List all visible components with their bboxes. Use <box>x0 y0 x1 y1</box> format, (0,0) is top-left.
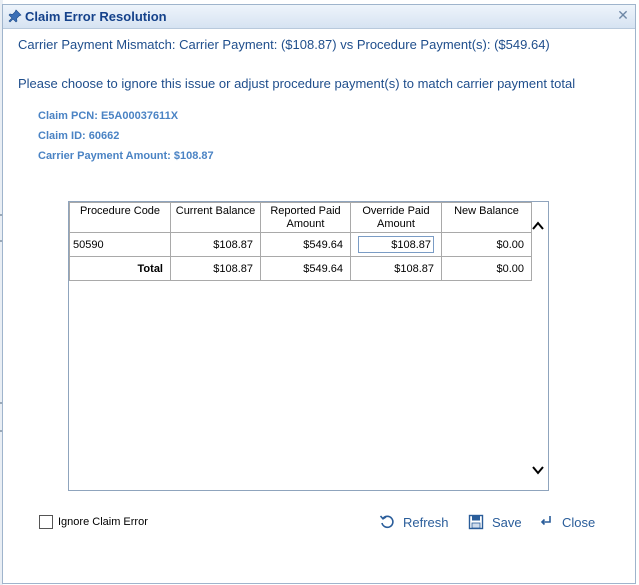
close-icon[interactable]: ✕ <box>615 7 631 23</box>
total-override-paid: $108.87 <box>350 256 442 281</box>
total-label: Total <box>69 256 171 281</box>
procedure-table: Procedure Code Current Balance Reported … <box>69 202 532 281</box>
refresh-button[interactable]: Refresh <box>379 513 451 533</box>
instruction-text: Please choose to ignore this issue or ad… <box>18 76 576 91</box>
ignore-claim-error-label: Ignore Claim Error <box>58 516 148 528</box>
dialog-titlebar[interactable]: Claim Error Resolution ✕ <box>3 5 635 29</box>
total-current-balance: $108.87 <box>170 256 261 281</box>
ignore-claim-error-checkbox[interactable] <box>39 515 53 529</box>
dialog-title: Claim Error Resolution <box>25 9 167 24</box>
new-balance-cell: $0.00 <box>441 232 532 257</box>
total-new-balance: $0.00 <box>441 256 532 281</box>
current-balance-cell: $108.87 <box>170 232 261 257</box>
close-label: Close <box>562 515 596 530</box>
scroll-down-icon[interactable] <box>531 464 545 476</box>
refresh-label: Refresh <box>403 515 449 530</box>
return-arrow-icon <box>540 516 551 526</box>
refresh-icon <box>379 515 394 529</box>
save-button[interactable]: Save <box>468 513 526 533</box>
column-header[interactable]: Procedure Code <box>69 202 171 233</box>
save-icon <box>468 514 484 530</box>
override-paid-input[interactable] <box>358 236 434 253</box>
total-reported-paid: $549.64 <box>260 256 351 281</box>
claim-pcn: Claim PCN: E5A00037611X <box>38 110 179 122</box>
table-header-row: Procedure Code Current Balance Reported … <box>69 202 532 233</box>
column-header[interactable]: Override Paid Amount <box>350 202 442 233</box>
reported-paid-cell: $549.64 <box>260 232 351 257</box>
override-paid-cell <box>350 232 442 257</box>
mismatch-message: Carrier Payment Mismatch: Carrier Paymen… <box>18 37 550 52</box>
close-button[interactable]: Close <box>538 513 600 533</box>
claim-id: Claim ID: 60662 <box>38 130 120 142</box>
table-row[interactable]: 50590 $108.87 $549.64 $0.00 <box>69 232 532 257</box>
claim-error-resolution-dialog: Claim Error Resolution ✕ Carrier Payment… <box>2 4 636 584</box>
column-header[interactable]: Current Balance <box>170 202 261 233</box>
column-header[interactable]: Reported Paid Amount <box>260 202 351 233</box>
carrier-payment-amount: Carrier Payment Amount: $108.87 <box>38 150 214 162</box>
column-header[interactable]: New Balance <box>441 202 532 233</box>
pin-icon <box>8 9 22 23</box>
save-label: Save <box>492 515 522 530</box>
total-row: Total $108.87 $549.64 $108.87 $0.00 <box>69 256 532 281</box>
scroll-up-icon[interactable] <box>531 220 545 232</box>
procedure-code-cell: 50590 <box>69 232 171 257</box>
procedure-grid: Procedure Code Current Balance Reported … <box>68 201 549 491</box>
